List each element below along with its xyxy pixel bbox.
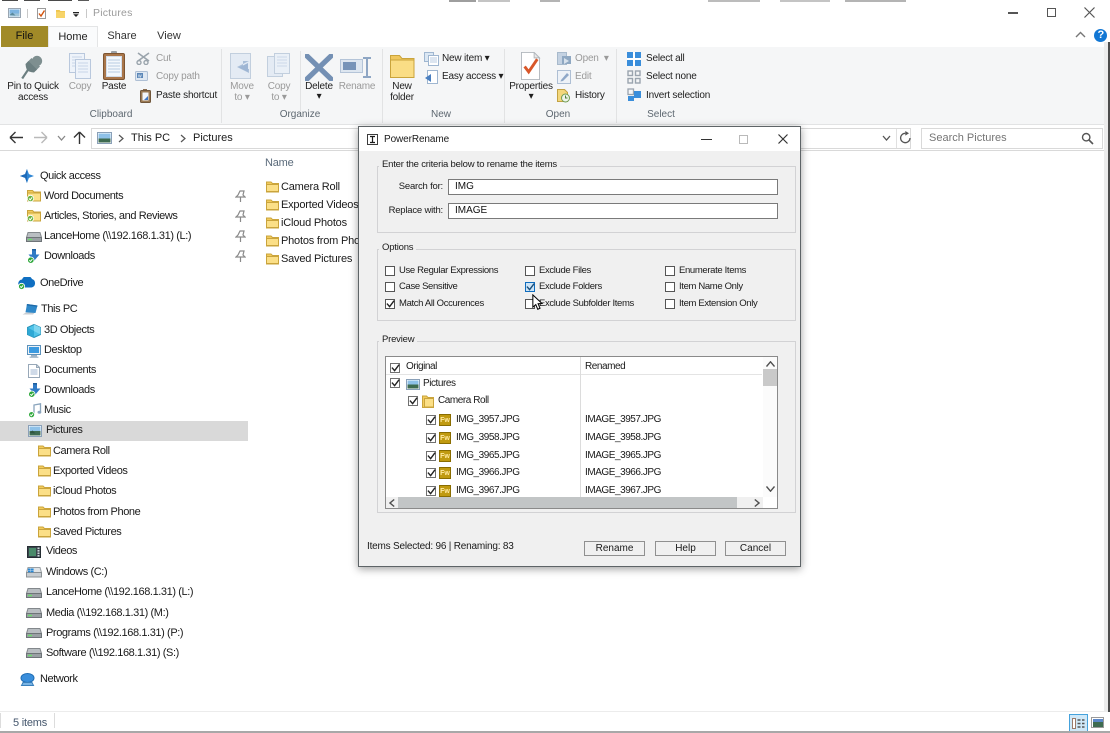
svg-text:w: w <box>138 74 142 80</box>
